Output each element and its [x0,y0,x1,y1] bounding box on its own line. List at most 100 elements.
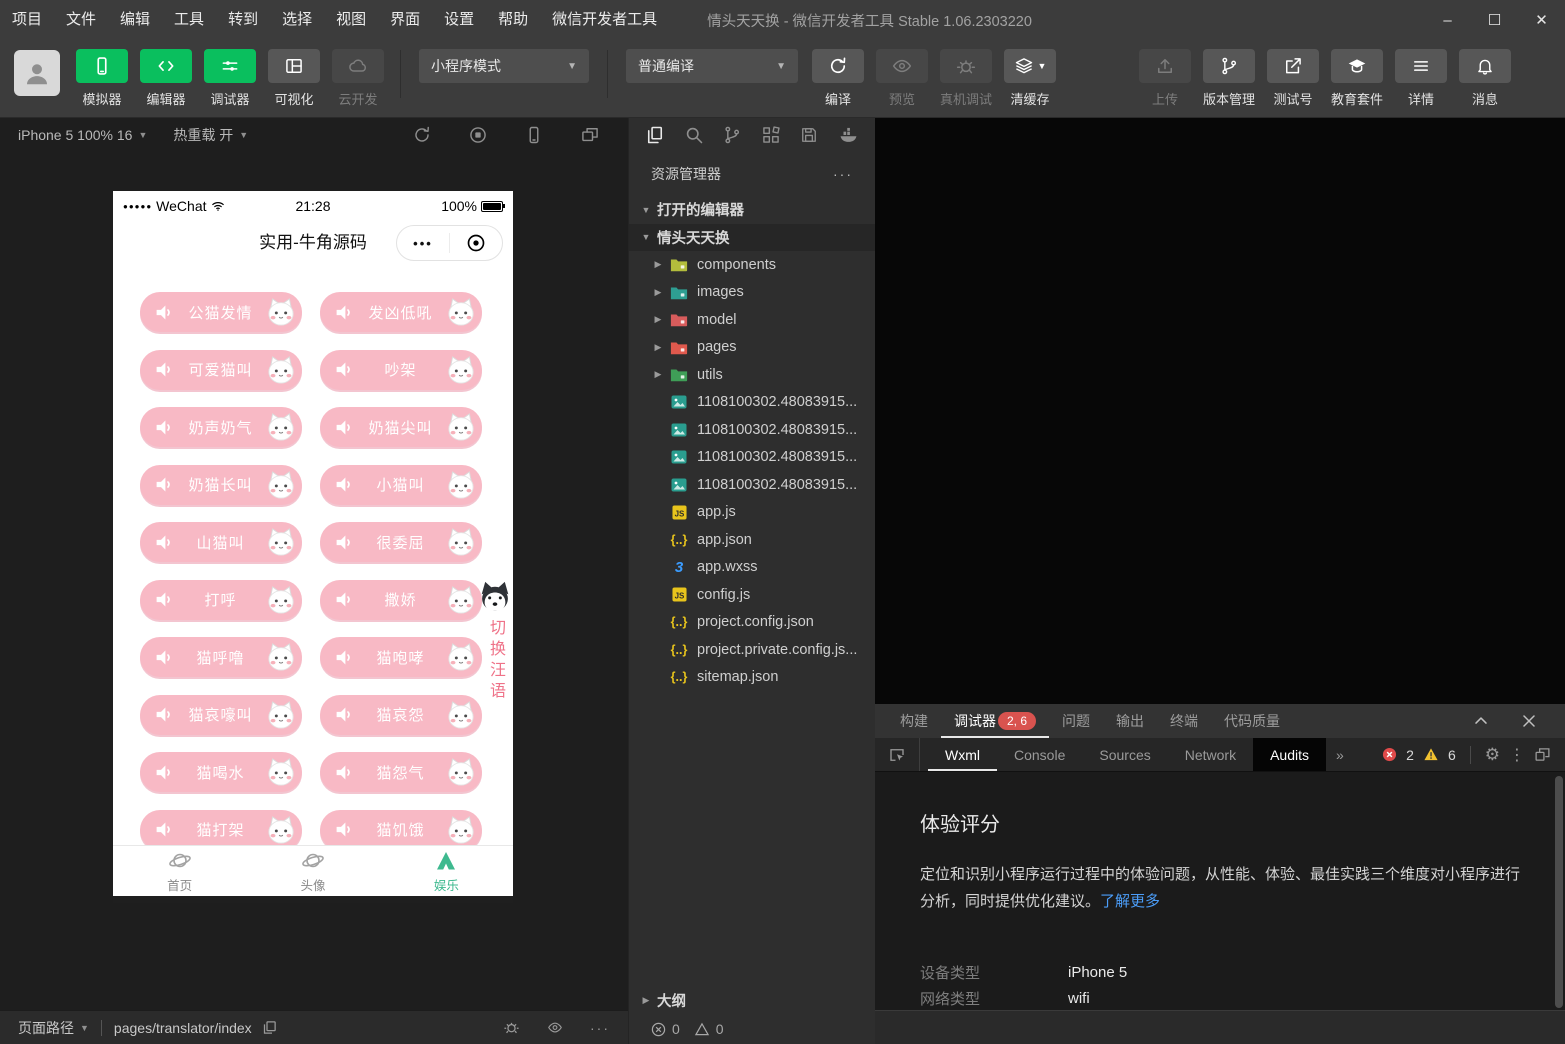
sound-button[interactable]: 可爱猫叫 [140,350,302,390]
tree-item-file[interactable]: JSapp.js [629,499,875,527]
compile-button[interactable]: 编译 [812,49,864,117]
test-account-button[interactable]: 测试号 [1267,49,1319,117]
devtools-tab-sources[interactable]: Sources [1082,738,1167,771]
sound-button[interactable]: 很委屈 [320,522,482,562]
inspect-element-icon[interactable] [875,738,920,771]
editor-empty-area[interactable] [875,118,1565,704]
undock-icon[interactable] [1534,746,1551,763]
grid-icon[interactable] [761,125,781,145]
phone-tab-头像[interactable]: 头像 [246,846,379,896]
gear-icon[interactable]: ⚙ [1485,745,1500,765]
menu-item[interactable]: 视图 [324,0,378,40]
sound-button[interactable]: 猫打架 [140,810,302,850]
menu-item[interactable]: 设置 [432,0,486,40]
tree-item-file[interactable]: {..}project.config.json [629,609,875,637]
tree-section[interactable]: ▼情头天天换 [629,224,875,252]
tree-section[interactable]: ▼打开的编辑器 [629,196,875,224]
close-panel-icon[interactable] [1519,711,1539,731]
whale-icon[interactable] [838,125,859,145]
search-icon[interactable] [684,125,704,145]
sound-button[interactable]: 猫咆哮 [320,637,482,677]
compile-mode-select[interactable]: 普通编译 ▼ [626,49,798,83]
sound-button[interactable]: 猫哀怨 [320,695,482,735]
tree-item-file[interactable]: {..}sitemap.json [629,664,875,692]
tree-item-folder[interactable]: ▶images [629,279,875,307]
save-icon[interactable] [799,125,819,145]
panel-tab-debugger[interactable]: 调试器2, 6 [941,704,1049,738]
panel-tab-issues[interactable]: 问题 [1049,704,1103,738]
switch-dog-language-label[interactable]: 切换汪语 [483,619,507,703]
devtools-tab-console[interactable]: Console [997,738,1082,771]
menu-item[interactable]: 文件 [54,0,108,40]
device-icon[interactable] [524,125,544,145]
tree-item-file[interactable]: 1108100302.48083915... [629,444,875,472]
sound-button[interactable]: 奶猫长叫 [140,465,302,505]
sound-button[interactable]: 撒娇 [320,580,482,620]
education-button[interactable]: 教育套件 [1331,49,1383,117]
sound-button[interactable]: 猫哀嚎叫 [140,695,302,735]
warning-badge-icon[interactable] [1423,747,1439,762]
learn-more-link[interactable]: 了解更多 [1100,893,1160,910]
panel-tab-code-quality[interactable]: 代码质量 [1211,704,1293,738]
husky-icon[interactable] [477,581,513,613]
panel-tab-build[interactable]: 构建 [887,704,941,738]
preview-eye-icon[interactable] [546,1020,564,1035]
device-selector[interactable]: iPhone 5 100% 16 ▼ [18,127,147,143]
sound-button[interactable]: 奶声奶气 [140,407,302,447]
sound-button[interactable]: 猫饥饿 [320,810,482,850]
sound-button[interactable]: 公猫发情 [140,292,302,332]
stop-icon[interactable] [468,125,488,145]
clear-cache-button[interactable]: ▼清缓存 [1004,49,1056,117]
panel-tab-terminal[interactable]: 终端 [1157,704,1211,738]
tree-item-folder[interactable]: ▶components [629,251,875,279]
sound-button[interactable]: 猫怨气 [320,752,482,792]
explorer-more-icon[interactable]: ··· [833,166,853,182]
tree-item-file[interactable]: {..}app.json [629,526,875,554]
menu-item[interactable]: 项目 [0,0,54,40]
mode-select[interactable]: 小程序模式 ▼ [419,49,589,83]
close-button[interactable]: ✕ [1518,0,1565,40]
menu-item[interactable]: 工具 [162,0,216,40]
multi-window-icon[interactable] [580,125,600,145]
avatar[interactable] [14,50,60,96]
remote-debug-icon[interactable] [503,1019,520,1036]
scrollbar-thumb[interactable] [1555,776,1563,1008]
sound-button[interactable]: 猫喝水 [140,752,302,792]
tree-item-file[interactable]: 1108100302.48083915... [629,416,875,444]
debugger-button[interactable]: 调试器 [204,49,256,117]
menu-item[interactable]: 转到 [216,0,270,40]
editor-button[interactable]: 编辑器 [140,49,192,117]
message-button[interactable]: 消息 [1459,49,1511,117]
phone-tab-首页[interactable]: 首页 [113,846,246,896]
maximize-button[interactable]: ☐ [1471,0,1518,40]
exit-target-icon[interactable] [450,233,502,253]
tree-item-file[interactable]: JSconfig.js [629,581,875,609]
tree-item-file[interactable]: 1108100302.48083915... [629,389,875,417]
more-tabs-icon[interactable]: » [1326,747,1354,763]
devtools-tab-wxml[interactable]: Wxml [928,738,997,771]
collapse-panel-icon[interactable] [1471,711,1491,731]
visual-button[interactable]: 可视化 [268,49,320,117]
simulator-button[interactable]: 模拟器 [76,49,128,117]
hot-reload-toggle[interactable]: 热重载 开 ▼ [173,125,248,145]
copy-path-icon[interactable] [262,1020,277,1035]
sound-button[interactable]: 吵架 [320,350,482,390]
menu-item[interactable]: 选择 [270,0,324,40]
kebab-menu-icon[interactable]: ⋮ [1509,745,1525,765]
sound-button[interactable]: 发凶低吼 [320,292,482,332]
devtools-tab-network[interactable]: Network [1168,738,1253,771]
outline-section[interactable]: ▶ 大纲 [629,987,875,1014]
git-icon[interactable] [722,125,742,145]
sound-button[interactable]: 山猫叫 [140,522,302,562]
menu-item[interactable]: 界面 [378,0,432,40]
menu-item[interactable]: 帮助 [486,0,540,40]
sound-button[interactable]: 小猫叫 [320,465,482,505]
minimize-button[interactable]: – [1424,0,1471,40]
tree-item-file[interactable]: 3app.wxss [629,554,875,582]
panel-tab-output[interactable]: 输出 [1103,704,1157,738]
details-button[interactable]: 详情 [1395,49,1447,117]
chevron-down-icon[interactable]: ▼ [80,1023,89,1033]
error-badge-icon[interactable] [1382,747,1397,762]
tree-item-file[interactable]: 1108100302.48083915... [629,471,875,499]
tree-item-file[interactable]: {..}project.private.config.js... [629,636,875,664]
